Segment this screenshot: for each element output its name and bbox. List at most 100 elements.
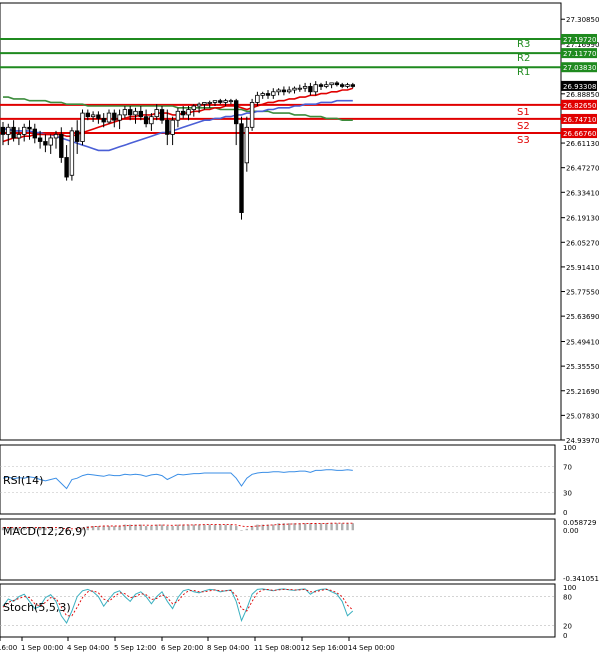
rsi-panel-frame: [0, 444, 556, 515]
macd-histogram-bar: [171, 526, 174, 531]
level-tag-text-r3: 27.19720: [563, 36, 596, 44]
time-tick-label: 4 Sep 04:00: [67, 644, 109, 652]
candle-body: [244, 126, 249, 164]
candle-body: [90, 114, 96, 118]
candle-body: [21, 126, 27, 135]
time-tick-label: 1 Sep 00:00: [21, 644, 63, 652]
candle-body: [170, 119, 175, 135]
macd-histogram-bar: [256, 524, 259, 531]
stoch-panel-frame: [0, 583, 556, 638]
macd-tick-label: -0.341051: [563, 575, 599, 583]
level-tag-text-r2: 27.11770: [563, 50, 596, 58]
macd-histogram-bar: [224, 524, 227, 531]
stoch-panel: 100 80 20 0 Stoch(5,5,3): [0, 583, 576, 640]
macd-histogram-bar: [314, 523, 317, 531]
price-panel-frame: [0, 2, 562, 441]
macd-histogram-bar: [192, 524, 195, 531]
time-tick-label: 6 Sep 20:00: [161, 644, 203, 652]
level-tag-text-s1: 26.82650: [563, 102, 596, 110]
macd-histogram-bar: [166, 526, 169, 531]
macd-histogram-bar: [235, 526, 238, 531]
level-name-r3: R3: [517, 39, 530, 50]
candle-body: [149, 116, 154, 125]
candle-body: [292, 87, 297, 91]
macd-histogram-bar: [319, 523, 323, 531]
stoch-tick-label: 100: [563, 584, 576, 592]
stoch-label: Stoch(5,5,3): [3, 601, 71, 614]
macd-histogram-bar: [113, 526, 116, 531]
macd-histogram-bar: [325, 523, 328, 531]
level-name-s1: S1: [517, 107, 530, 118]
candle-body: [127, 109, 133, 116]
macd-histogram-bar: [150, 526, 153, 531]
candle-body: [106, 112, 112, 123]
price-tick-label: 25.77550: [566, 289, 599, 297]
time-tick-label: 16:00: [0, 644, 17, 652]
macd-histogram-bar: [240, 530, 243, 531]
macd-histogram-bar: [303, 523, 307, 531]
price-tick-label: 26.33410: [566, 189, 599, 197]
stoch-tick-label: 80: [563, 594, 572, 602]
candle-body: [85, 112, 90, 118]
macd-histogram-bar: [182, 524, 185, 531]
candle-body: [233, 100, 239, 125]
macd-tick-label: 0.00: [563, 527, 579, 535]
macd-panel: 0.0587290.00 -0.341051 MACD(12,26,9): [0, 518, 599, 583]
candle-body: [43, 141, 48, 146]
level-tag-text-s3: 26.66760: [563, 130, 596, 138]
candle-body: [6, 126, 11, 135]
candle-body: [59, 134, 64, 158]
time-axis: 16:00 1 Sep 00:00 4 Sep 04:00 5 Sep 12:00 6 …: [0, 637, 395, 652]
candle-body: [281, 89, 287, 93]
candle-body: [175, 110, 181, 121]
rsi-tick-label: 0: [563, 509, 567, 517]
candle-body: [212, 100, 218, 103]
level-name-s2: S2: [517, 121, 530, 132]
time-tick-label: 14 Sep 00:00: [348, 644, 395, 652]
price-tags: 27.19720 27.11770 27.03830 26.82650 26.74710…: [561, 33, 597, 139]
candle-body: [228, 100, 234, 103]
level-name-r1: R1: [517, 67, 530, 78]
price-tick-label: 26.88850: [566, 91, 599, 99]
candle-body: [196, 103, 202, 107]
macd-histogram-bar: [309, 523, 312, 531]
level-tag-text-s2: 26.74710: [563, 116, 596, 124]
candle-body: [133, 110, 138, 116]
candle-body: [324, 84, 329, 87]
macd-histogram-bar: [346, 523, 349, 531]
macd-histogram-bar: [86, 526, 89, 531]
candle-body: [239, 123, 244, 213]
rsi-panel: 100 70 30 0 RSI(14): [0, 444, 576, 517]
candle-body: [96, 114, 101, 119]
price-tick-label: 25.35550: [566, 363, 599, 371]
stoch-tick-label: 0: [563, 632, 567, 640]
candle-body: [48, 137, 53, 146]
candle-body: [276, 89, 281, 93]
macd-histogram-bar: [187, 524, 190, 531]
price-tick-label: 25.07830: [566, 412, 599, 420]
candle-body: [218, 100, 223, 103]
candle-body: [271, 91, 276, 96]
macd-histogram-bar: [245, 528, 248, 531]
price-tick-label: 25.49410: [566, 339, 599, 347]
macd-histogram-bar: [219, 524, 222, 531]
candle-body: [117, 114, 122, 121]
candle-body: [75, 130, 80, 142]
candle-body: [27, 126, 32, 130]
candle-body: [308, 86, 313, 93]
rsi-tick-label: 30: [563, 490, 572, 498]
candle-body: [313, 84, 318, 93]
candle-body: [64, 157, 69, 178]
macd-histogram-bar: [203, 524, 206, 531]
candle-body: [207, 102, 212, 104]
candle-body: [11, 126, 16, 139]
level-name-s3: S3: [517, 135, 530, 146]
rsi-tick-label: 100: [563, 444, 576, 452]
candle-body: [249, 102, 255, 128]
stoch-tick-label: 20: [563, 622, 572, 630]
macd-histogram-bar: [144, 526, 148, 531]
price-tick-label: 26.19130: [566, 215, 599, 223]
trading-chart: R3R2R1S1S2S3 27.3085027.1699026.8885026.…: [0, 2, 599, 652]
candle-body: [345, 84, 350, 87]
candle-body: [318, 84, 324, 87]
